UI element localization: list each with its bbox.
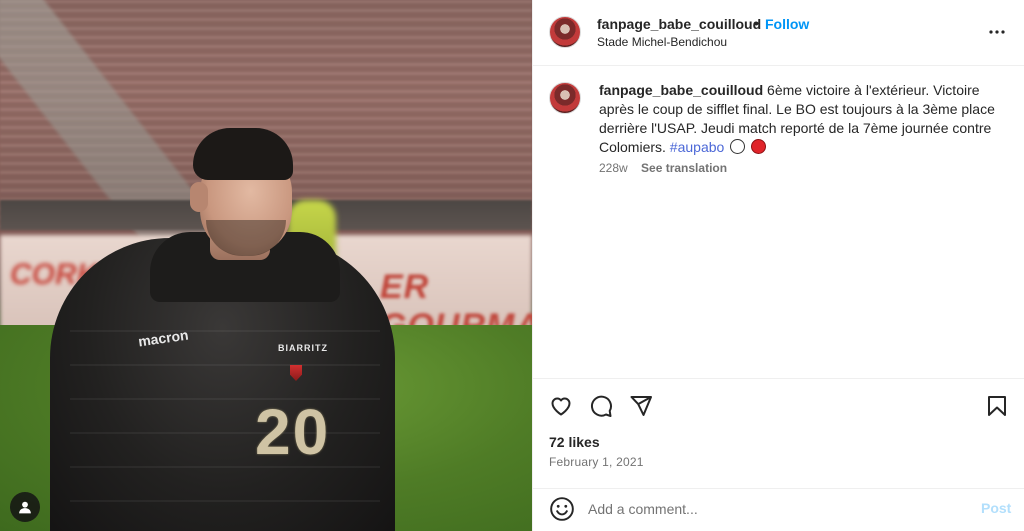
likes-count[interactable]: 72 likes — [549, 434, 600, 450]
share-icon[interactable] — [629, 394, 653, 418]
post-age[interactable]: 228w — [599, 161, 628, 175]
red-circle-icon — [751, 139, 767, 154]
jersey-number: 20 — [255, 396, 331, 468]
post-header: fanpage_babe_couilloud • Follow Stade Mi… — [533, 0, 1024, 66]
caption-username[interactable]: fanpage_babe_couilloud — [599, 82, 763, 98]
smiley-icon[interactable] — [549, 496, 575, 522]
caption-meta: 228w See translation — [599, 161, 727, 175]
caption-section: fanpage_babe_couilloud 6ème victoire à l… — [533, 66, 1024, 378]
separator-dot: • — [754, 15, 759, 31]
jacket-quilting — [70, 330, 380, 530]
player-hair — [193, 128, 293, 180]
club-logo: BIARRITZ — [278, 343, 328, 353]
avatar[interactable] — [549, 16, 581, 48]
bookmark-icon[interactable] — [985, 394, 1009, 418]
follow-button[interactable]: Follow — [765, 16, 809, 32]
person-icon — [19, 501, 31, 514]
see-translation-link[interactable]: See translation — [641, 161, 727, 175]
post-side-panel: fanpage_babe_couilloud • Follow Stade Mi… — [532, 0, 1024, 531]
post-location[interactable]: Stade Michel-Bendichou — [597, 35, 727, 49]
more-options-button[interactable] — [985, 20, 1009, 44]
avatar[interactable] — [549, 82, 581, 114]
tagged-users-button[interactable] — [10, 492, 40, 522]
post-username[interactable]: fanpage_babe_couilloud — [597, 16, 761, 32]
comment-input[interactable] — [588, 497, 958, 521]
heart-icon[interactable] — [549, 394, 573, 418]
white-circle-icon — [730, 139, 746, 154]
player-ear — [190, 182, 208, 212]
comment-bar: Post — [533, 488, 1024, 531]
caption-text: fanpage_babe_couilloud 6ème victoire à l… — [599, 81, 999, 157]
post-date: February 1, 2021 — [549, 455, 644, 469]
more-horizontal-icon — [989, 30, 1005, 34]
post-comment-button[interactable]: Post — [981, 500, 1011, 516]
actions-section: 72 likes February 1, 2021 — [533, 378, 1024, 488]
post-photo[interactable]: CORKIS ER GOURMA macron BIARRITZ 20 — [0, 0, 532, 531]
comment-icon[interactable] — [589, 394, 613, 418]
hashtag-link[interactable]: #aupabo — [670, 139, 725, 155]
